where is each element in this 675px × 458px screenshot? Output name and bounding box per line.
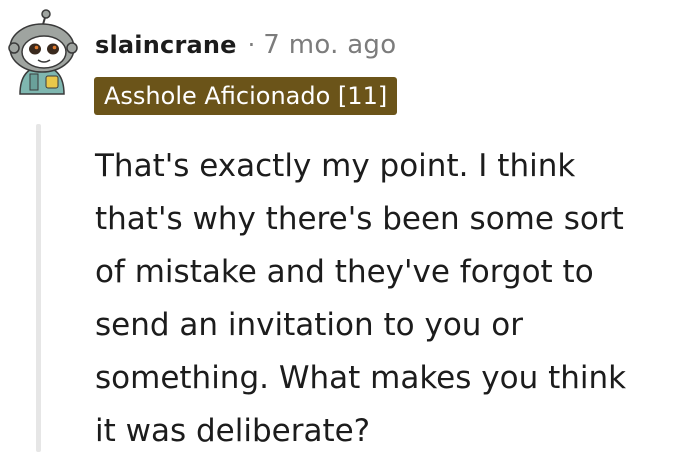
comment-header: slaincrane · 7 mo. ago [95,27,396,63]
comment-body: That's exactly my point. I think that's … [95,140,670,458]
thread-collapse-line[interactable] [36,124,41,452]
meta-separator: · [247,31,256,59]
comment-body-line: that's why there's been some sort [95,201,624,237]
username-link[interactable]: slaincrane [95,31,237,59]
timestamp-link[interactable]: 7 mo. ago [263,30,396,60]
user-flair-badge: Asshole Aficionado [11] [94,77,398,115]
avatar[interactable] [6,8,78,98]
comment-body-line: That's exactly my point. I think [95,148,576,184]
snoo-avatar-icon [8,9,78,95]
comment-body-line: it was deliberate? [95,413,371,449]
comment-body-line: of mistake and they've forgot to [95,254,594,290]
comment-body-line: something. What makes you think [95,360,627,396]
comment-body-line: send an invitation to you or [95,307,524,343]
comment: slaincrane · 7 mo. ago Asshole Aficionad… [0,0,675,452]
